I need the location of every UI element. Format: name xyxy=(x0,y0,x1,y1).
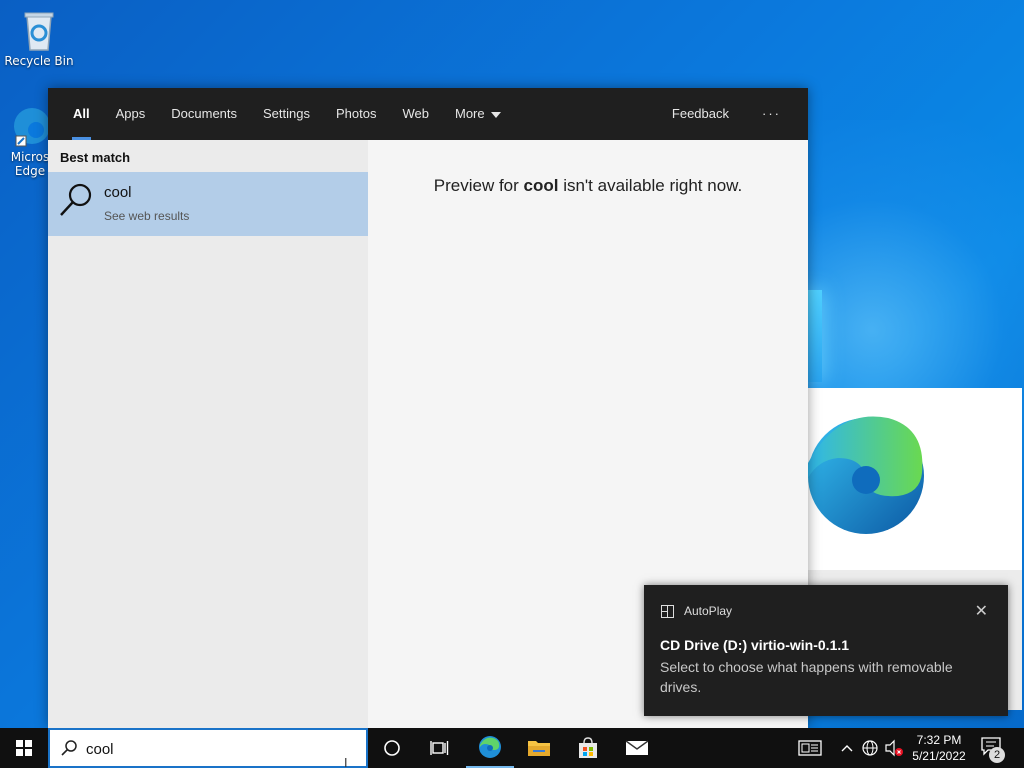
ellipsis-icon: ··· xyxy=(762,106,781,121)
tab-documents[interactable]: Documents xyxy=(158,88,250,140)
tab-photos[interactable]: Photos xyxy=(323,88,389,140)
news-icon xyxy=(798,740,822,756)
edge-icon xyxy=(10,104,50,148)
search-tabs-bar: All Apps Documents Settings Photos Web M… xyxy=(48,88,808,140)
taskbar: I xyxy=(0,728,1024,768)
show-hidden-icons-button[interactable] xyxy=(837,738,857,758)
store-button[interactable] xyxy=(564,728,612,768)
preview-term: cool xyxy=(523,176,559,195)
store-bag-icon xyxy=(579,737,597,758)
clock[interactable]: 7:32 PM 5/21/2022 xyxy=(908,732,970,764)
start-button[interactable] xyxy=(0,728,48,768)
toast-app-name: AutoPlay xyxy=(684,604,733,618)
autoplay-icon xyxy=(661,605,674,618)
best-match-heading: Best match xyxy=(60,150,131,165)
edge-taskbar-button[interactable] xyxy=(466,728,514,768)
news-interests-button[interactable] xyxy=(786,728,834,768)
preview-message: Preview for cool isn't available right n… xyxy=(368,176,808,196)
notification-count-badge: 2 xyxy=(989,747,1005,763)
edge-icon xyxy=(479,736,501,758)
recycle-bin-label: Recycle Bin xyxy=(4,54,74,68)
text-cursor-icon: I xyxy=(344,756,348,768)
best-match-result[interactable]: cool See web results xyxy=(48,172,368,236)
volume-muted-icon xyxy=(885,739,903,757)
mail-button[interactable] xyxy=(613,728,661,768)
tab-all[interactable]: All xyxy=(60,88,103,140)
file-explorer-button[interactable] xyxy=(515,728,563,768)
recycle-bin-icon xyxy=(19,8,59,52)
cortana-icon xyxy=(384,740,400,756)
result-subtitle: See web results xyxy=(104,209,190,223)
tab-more[interactable]: More xyxy=(442,88,514,140)
feedback-label: Feedback xyxy=(671,106,729,121)
tab-all-label: All xyxy=(73,106,90,121)
tab-documents-label: Documents xyxy=(171,106,238,121)
tab-photos-label: Photos xyxy=(336,106,377,121)
results-pane: Best match cool See web results xyxy=(48,140,368,728)
preview-suffix: isn't available right now. xyxy=(558,176,743,195)
edge-logo-icon xyxy=(808,416,924,534)
desktop-light-bar xyxy=(808,290,822,382)
tab-settings-label: Settings xyxy=(263,106,310,121)
tab-apps[interactable]: Apps xyxy=(103,88,159,140)
network-button[interactable] xyxy=(860,738,880,758)
tab-web-label: Web xyxy=(402,106,429,121)
tab-settings[interactable]: Settings xyxy=(250,88,323,140)
search-icon xyxy=(61,740,77,756)
task-view-icon xyxy=(430,741,449,755)
search-icon xyxy=(60,183,92,216)
clock-date: 5/21/2022 xyxy=(912,749,966,763)
cortana-button[interactable] xyxy=(368,728,416,768)
autoplay-toast[interactable]: AutoPlay ✕ CD Drive (D:) virtio-win-0.1.… xyxy=(644,585,1008,716)
preview-prefix: Preview for xyxy=(433,176,524,195)
tab-web[interactable]: Web xyxy=(389,88,442,140)
tab-more-label: More xyxy=(454,106,485,121)
chevron-up-icon xyxy=(841,745,853,752)
network-globe-icon xyxy=(862,740,878,756)
more-options-button[interactable]: ··· xyxy=(749,88,794,140)
chevron-down-icon xyxy=(490,111,501,118)
edge-splash-window[interactable] xyxy=(808,388,1022,570)
search-input[interactable] xyxy=(86,738,336,760)
recycle-bin-desktop-icon[interactable]: Recycle Bin xyxy=(3,8,75,68)
close-icon[interactable]: ✕ xyxy=(975,601,988,621)
volume-button[interactable] xyxy=(884,738,904,758)
toast-title: CD Drive (D:) virtio-win-0.1.1 xyxy=(660,637,850,653)
taskbar-search-box[interactable]: I xyxy=(48,728,368,768)
toast-body: Select to choose what happens with remov… xyxy=(660,659,953,695)
clock-time: 7:32 PM xyxy=(916,733,962,747)
mail-icon xyxy=(625,740,649,755)
feedback-button[interactable]: Feedback xyxy=(659,88,742,140)
folder-icon xyxy=(528,741,550,756)
task-view-button[interactable] xyxy=(416,728,464,768)
windows-logo-icon xyxy=(16,740,32,756)
result-title: cool xyxy=(104,184,132,201)
tab-apps-label: Apps xyxy=(115,106,146,121)
